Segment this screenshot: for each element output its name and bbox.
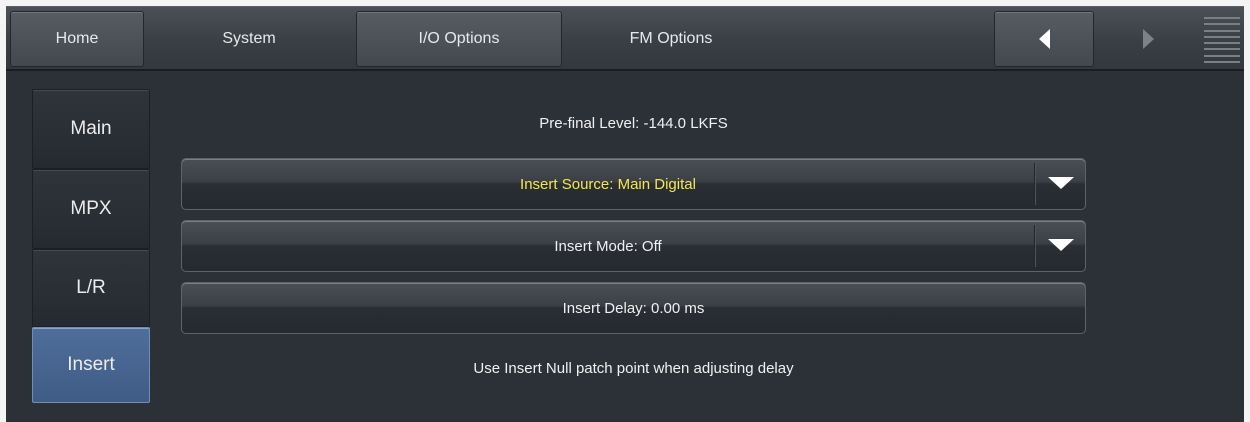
tab-home[interactable]: Home: [10, 11, 144, 67]
hamburger-menu-icon[interactable]: [1204, 17, 1240, 63]
triangle-left-icon: [1038, 29, 1050, 49]
tab-system[interactable]: System: [146, 11, 352, 67]
next-page-button[interactable]: [1098, 11, 1198, 67]
insert-source-dropdown[interactable]: Insert Source: Main Digital: [181, 158, 1086, 210]
insert-source-label: Insert Source: Main Digital: [520, 175, 696, 193]
previous-page-button[interactable]: [994, 11, 1094, 67]
dropdown-arrow-icon: [1048, 239, 1074, 251]
sidebar-item-mpx[interactable]: MPX: [32, 169, 150, 249]
sidebar-item-main[interactable]: Main: [32, 89, 150, 169]
tab-fm-options[interactable]: FM Options: [566, 11, 776, 67]
sidebar-item-insert[interactable]: Insert: [32, 327, 150, 403]
insert-mode-dropdown[interactable]: Insert Mode: Off: [181, 220, 1086, 272]
triangle-right-icon: [1142, 29, 1154, 49]
tab-io-options[interactable]: I/O Options: [356, 11, 562, 67]
insert-delay-control[interactable]: Insert Delay: 0.00 ms: [181, 282, 1086, 334]
insert-hint-text: Use Insert Null patch point when adjusti…: [473, 360, 794, 377]
app-window: Home System I/O Options FM Options Main …: [6, 6, 1244, 422]
sidebar-item-lr[interactable]: L/R: [32, 249, 150, 327]
dropdown-divider: [1034, 225, 1035, 267]
prefinal-level-readout: Pre-final Level: -144.0 LKFS: [539, 115, 728, 132]
insert-mode-label: Insert Mode: Off: [554, 237, 662, 255]
insert-delay-label: Insert Delay: 0.00 ms: [562, 299, 705, 317]
dropdown-arrow-icon: [1048, 177, 1074, 189]
dropdown-divider: [1034, 163, 1035, 205]
top-navigation-bar: Home System I/O Options FM Options: [6, 7, 1244, 71]
